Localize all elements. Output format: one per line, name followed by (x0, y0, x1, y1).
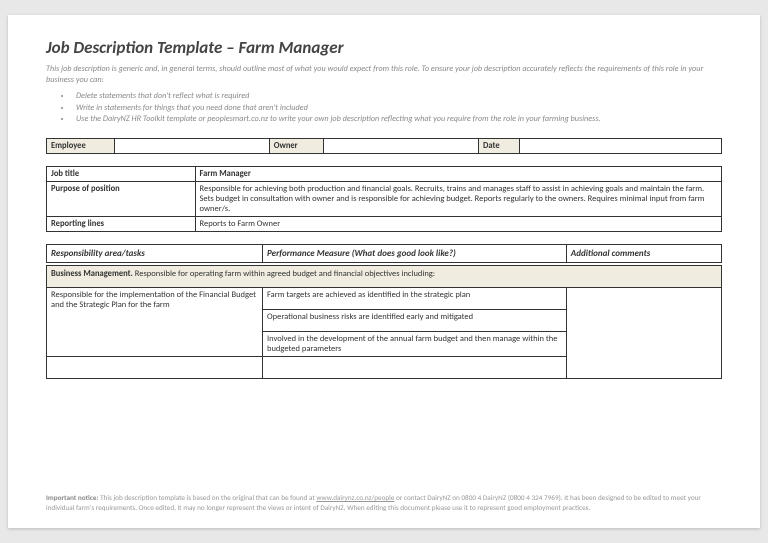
footer-text: This job description template is based o… (98, 493, 316, 502)
intro-text: This job description is generic and, in … (46, 64, 722, 85)
purpose-label: Purpose of position (47, 181, 196, 216)
date-field[interactable] (519, 138, 722, 153)
employee-field[interactable] (114, 138, 269, 153)
task-cell: Responsible for the implementation of th… (47, 287, 263, 356)
date-label: Date (479, 138, 520, 153)
list-item: Use the DairyNZ HR Toolkit template or p… (72, 114, 722, 125)
job-title-value: Farm Manager (195, 166, 722, 181)
job-title-label: Job title (47, 166, 196, 181)
footer-notice: Important notice: This job description t… (46, 493, 722, 512)
col-performance: Performance Measure (What does good look… (263, 244, 567, 262)
owner-label: Owner (269, 138, 323, 153)
document-page: Job Description Template – Farm Manager … (8, 15, 760, 528)
footer-bold: Important notice: (46, 493, 98, 502)
header-fields-table: Employee Owner Date (46, 138, 722, 154)
section-heading-text: Responsible for operating farm within ag… (133, 269, 435, 279)
guidance-list: Delete statements that don't reflect wha… (46, 91, 722, 125)
purpose-value: Responsible for achieving both productio… (195, 181, 722, 216)
footer-link[interactable]: www.dairynz.co.nz/people (316, 493, 394, 502)
responsibilities-table: Responsibility area/tasks Performance Me… (46, 244, 722, 379)
measure-cell: Involved in the development of the annua… (263, 331, 567, 356)
position-details-table: Job title Farm Manager Purpose of positi… (46, 166, 722, 232)
list-item: Delete statements that don't reflect wha… (72, 91, 722, 102)
col-comments: Additional comments (566, 244, 721, 262)
owner-field[interactable] (323, 138, 478, 153)
reporting-value: Reports to Farm Owner (195, 216, 722, 231)
measure-cell[interactable] (263, 356, 567, 378)
comments-cell[interactable] (566, 287, 721, 378)
employee-label: Employee (47, 138, 115, 153)
list-item: Write in statements for things that you … (72, 103, 722, 114)
section-heading-bold: Business Management. (51, 269, 133, 279)
reporting-label: Reporting lines (47, 216, 196, 231)
measure-cell: Farm targets are achieved as identified … (263, 287, 567, 309)
measure-cell: Operational business risks are identifie… (263, 309, 567, 331)
task-cell[interactable] (47, 356, 263, 378)
col-responsibility: Responsibility area/tasks (47, 244, 263, 262)
section-heading: Business Management. Responsible for ope… (47, 265, 722, 287)
page-title: Job Description Template – Farm Manager (46, 37, 722, 58)
